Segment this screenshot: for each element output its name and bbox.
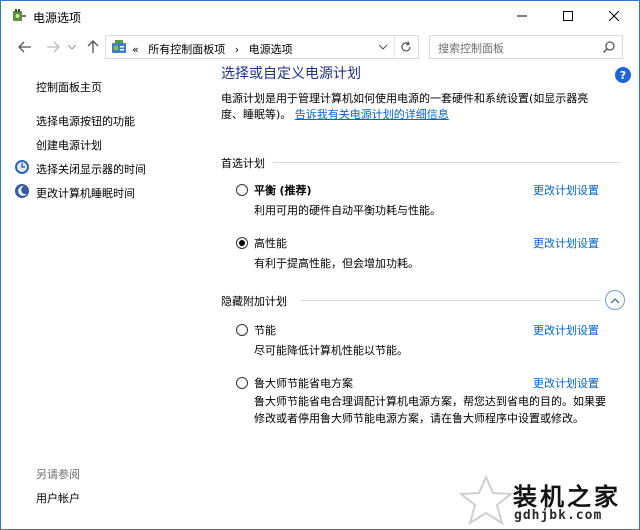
hidden-plans-header: 隐藏附加计划: [221, 295, 287, 308]
monitor-clock-icon: [15, 160, 29, 174]
plan-ludashi-desc: 鲁大师节能省电合理调配计算机电源方案，帮您达到省电的目的。如果要修改或者停用鲁大…: [254, 395, 606, 425]
address-dropdown-button[interactable]: [374, 36, 392, 58]
plan-high-performance-change-link[interactable]: 更改计划设置: [533, 235, 599, 251]
plan-high-performance-name: 高性能: [254, 237, 287, 250]
power-options-icon: [13, 9, 26, 21]
plan-balanced-name: 平衡 (推荐): [254, 184, 312, 197]
learn-more-link[interactable]: 告诉我有关电源计划的详细信息: [295, 108, 449, 121]
search-box[interactable]: [429, 35, 623, 59]
forward-button[interactable]: [43, 37, 63, 57]
sidebar-link-power-button[interactable]: 选择电源按钮的功能: [36, 113, 135, 129]
plan-balanced-desc: 利用可用的硬件自动平衡功耗与性能。: [254, 204, 441, 217]
left-pane: 控制面板主页 选择电源按钮的功能 创建电源计划 选择关闭显示器的时间 更改计算机…: [1, 63, 206, 529]
search-icon[interactable]: [602, 40, 616, 54]
control-panel-home-link[interactable]: 控制面板主页: [36, 79, 102, 95]
chevron-down-icon: [379, 44, 387, 50]
maximize-button[interactable]: [545, 1, 591, 31]
question-mark-icon: ?: [619, 68, 627, 82]
sidebar-link-user-accounts[interactable]: 用户帐户: [36, 490, 80, 506]
close-button[interactable]: [591, 1, 637, 31]
sidebar-link-create-plan[interactable]: 创建电源计划: [36, 137, 102, 153]
group-divider: [273, 162, 621, 163]
back-button[interactable]: [15, 37, 35, 57]
arrow-right-icon: [47, 41, 60, 53]
minimize-button[interactable]: [499, 1, 545, 31]
see-also-heading: 另请参阅: [36, 468, 80, 481]
plan-power-saver-radio[interactable]: [236, 324, 248, 336]
breadcrumb-separator-icon: ›: [234, 43, 240, 56]
group-divider: [301, 300, 601, 301]
breadcrumb-overflow[interactable]: «: [132, 43, 139, 56]
collapse-hidden-plans-button[interactable]: [605, 290, 625, 310]
plan-ludashi-change-link[interactable]: 更改计划设置: [533, 375, 599, 391]
breadcrumb: « 所有控制面板项 › 电源选项: [132, 41, 299, 57]
plan-power-saver-desc: 尽可能降低计算机性能以节能。: [254, 344, 408, 357]
arrow-left-icon: [18, 41, 31, 53]
power-options-window: 电源选项 « 所有控制面板项 › 电源选项 搜索控制面板 ? 控制面板主页 选择…: [0, 0, 640, 530]
plan-balanced-change-link[interactable]: 更改计划设置: [533, 182, 599, 198]
address-bar[interactable]: « 所有控制面板项 › 电源选项: [105, 35, 419, 59]
plan-high-performance-radio[interactable]: [236, 237, 248, 249]
help-button[interactable]: ?: [615, 67, 631, 83]
plan-high-performance-desc: 有利于提高性能，但会增加功耗。: [254, 257, 419, 270]
navigation-bar: « 所有控制面板项 › 电源选项: [1, 31, 639, 63]
refresh-button[interactable]: [394, 36, 416, 58]
watermark-url: gdhjbk.com: [514, 508, 603, 523]
title-bar: 电源选项: [1, 1, 639, 31]
up-button[interactable]: [83, 37, 103, 57]
chevron-up-icon: [610, 297, 620, 303]
window-title: 电源选项: [33, 11, 82, 25]
intro-text: 电源计划是用于管理计算机如何使用电源的一套硬件和系统设置(如显示器亮度、睡眠等)…: [221, 91, 606, 123]
refresh-icon: [400, 41, 411, 52]
plan-balanced-radio[interactable]: [236, 184, 248, 196]
moon-icon: [15, 184, 29, 198]
preferred-plans-header: 首选计划: [221, 157, 265, 170]
plan-power-saver-change-link[interactable]: 更改计划设置: [533, 322, 599, 338]
sidebar-link-display-off-time[interactable]: 选择关闭显示器的时间: [36, 161, 146, 177]
maximize-icon: [563, 11, 573, 21]
plan-ludashi-radio[interactable]: [236, 377, 248, 389]
plan-power-saver-name: 节能: [254, 324, 276, 337]
watermark-text: 装机之家: [513, 483, 621, 511]
search-input[interactable]: [438, 40, 598, 56]
minimize-icon: [517, 15, 527, 17]
close-icon: [609, 11, 619, 21]
control-panel-icon: [112, 40, 126, 53]
breadcrumb-all-control-panel-items[interactable]: 所有控制面板项: [148, 43, 225, 56]
plan-ludashi-name: 鲁大师节能省电方案: [254, 377, 353, 390]
recent-locations-button[interactable]: [65, 37, 79, 57]
breadcrumb-power-options[interactable]: 电源选项: [249, 43, 293, 56]
chevron-down-icon: [68, 44, 76, 50]
sidebar-link-sleep-time[interactable]: 更改计算机睡眠时间: [36, 185, 135, 201]
arrow-up-icon: [87, 40, 99, 53]
page-title: 选择或自定义电源计划: [221, 66, 361, 82]
